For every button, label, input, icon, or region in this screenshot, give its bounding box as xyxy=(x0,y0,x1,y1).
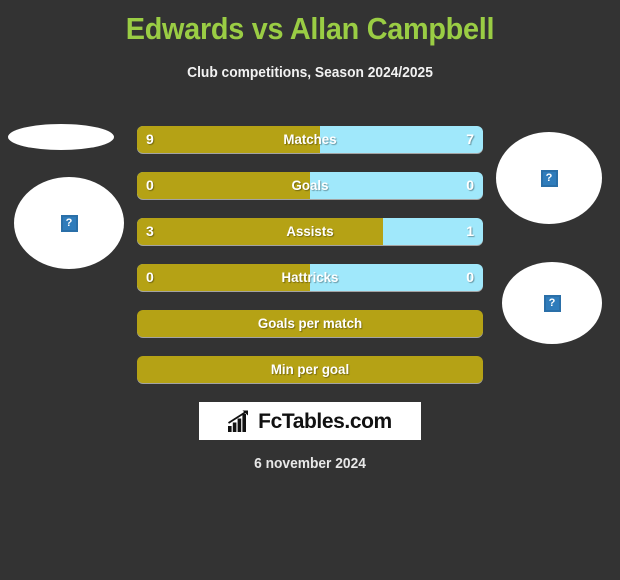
page-title: Edwards vs Allan Campbell xyxy=(125,11,495,46)
stat-row: Goals per match xyxy=(137,310,483,337)
stat-row: Min per goal xyxy=(137,356,483,383)
avatar-right-team-badge: ? xyxy=(502,262,602,344)
broken-image-icon: ? xyxy=(540,169,558,187)
broken-image-icon: ? xyxy=(543,294,561,312)
stat-label: Matches xyxy=(283,131,337,147)
stat-label: Hattricks xyxy=(281,269,339,285)
bar-chart-growth-icon xyxy=(228,410,249,432)
stat-row: 3 1 Assists xyxy=(137,218,483,245)
page-subtitle: Club competitions, Season 2024/2025 xyxy=(187,65,433,81)
avatar-right-player: ? xyxy=(496,132,602,224)
stat-comparison-chart: 9 7 Matches 0 0 Goals 3 1 Assists 0 0 Hattricks Goal… xyxy=(137,126,483,402)
avatar-left-player: ? xyxy=(14,177,124,269)
avatar-left-team-badge xyxy=(8,124,114,150)
header: Edwards vs Allan Campbell Club competiti… xyxy=(0,0,620,82)
stat-row: 9 7 Matches xyxy=(137,126,483,153)
broken-image-icon: ? xyxy=(60,214,78,232)
stat-row: 0 0 Goals xyxy=(137,172,483,199)
watermark-logo: FcTables.com xyxy=(199,402,421,440)
stat-label: Goals per match xyxy=(257,315,363,331)
stat-label: Goals xyxy=(291,177,329,193)
chart-date: 6 november 2024 xyxy=(254,456,366,472)
stat-label: Min per goal xyxy=(270,361,350,377)
watermark-text: FcTables.com xyxy=(258,409,392,433)
stat-label: Assists xyxy=(286,223,334,239)
stat-row: 0 0 Hattricks xyxy=(137,264,483,291)
